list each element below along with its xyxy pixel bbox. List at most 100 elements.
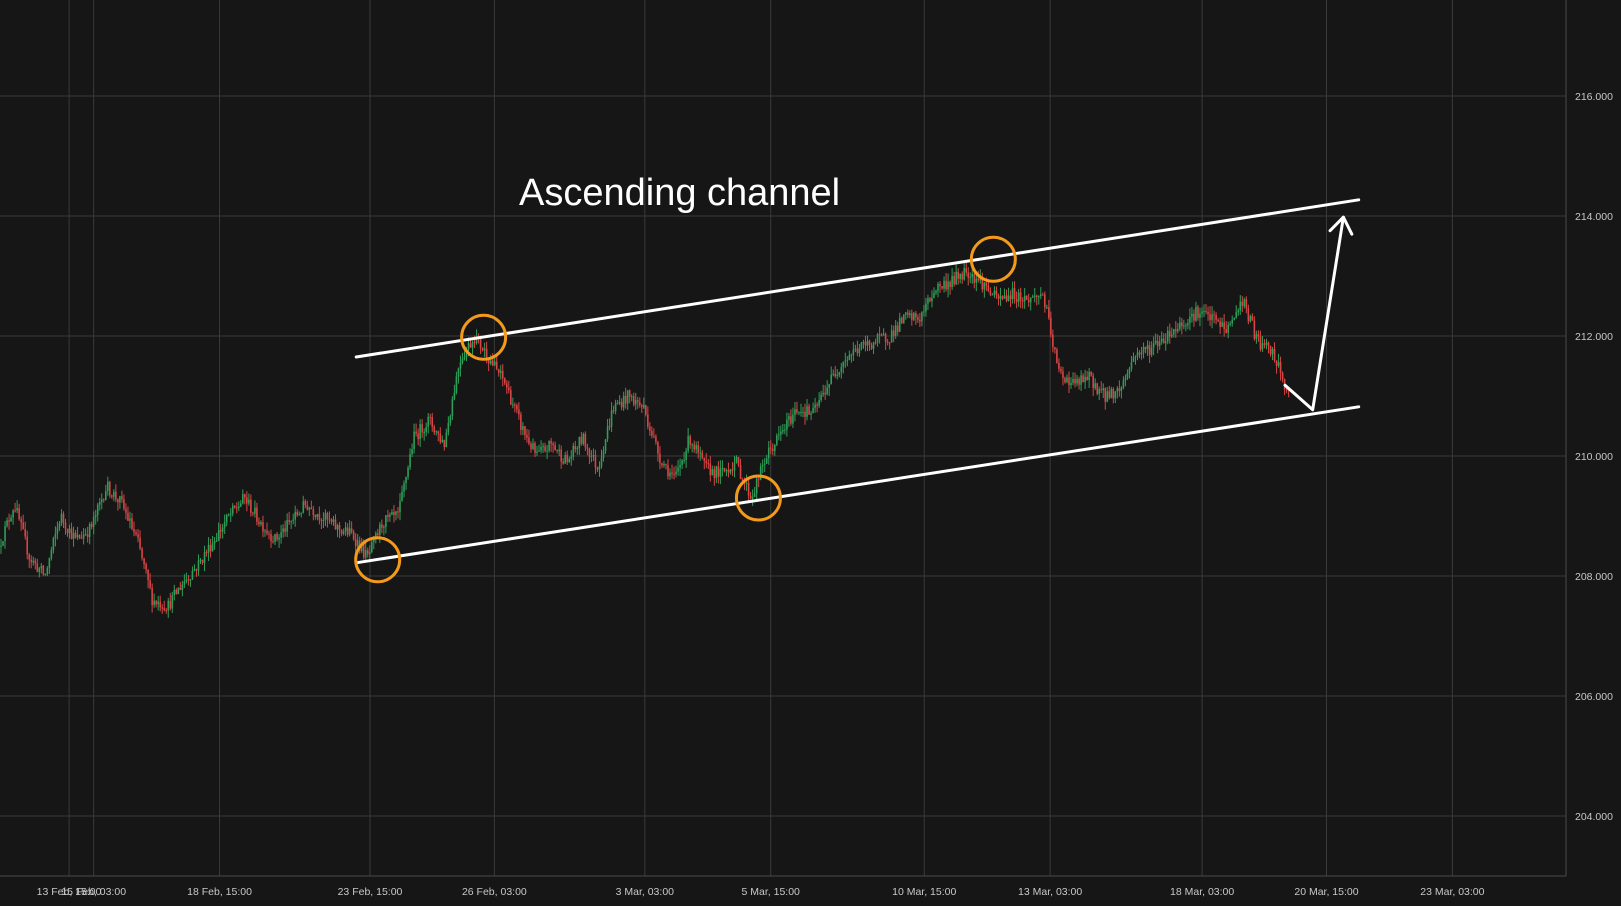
y-tick-label: 206.000 [1575, 691, 1613, 703]
candle-body [663, 464, 665, 466]
candle-body [961, 273, 963, 280]
candle-body [788, 416, 790, 420]
candle-body [834, 373, 837, 377]
x-tick-label: 5 Mar, 15:00 [742, 886, 801, 898]
candle-body [610, 410, 613, 427]
candle-body [1253, 320, 1256, 339]
candle-body [439, 433, 442, 442]
candle-body [870, 345, 873, 349]
candle-body [1025, 295, 1028, 300]
candle-body [560, 449, 562, 462]
candle-body [463, 357, 466, 360]
candle-body [1126, 373, 1129, 379]
candle-body [143, 558, 145, 564]
candle-body [393, 512, 395, 515]
candle-body [878, 334, 881, 336]
candle-body [324, 513, 327, 521]
candle-body [1096, 383, 1099, 394]
candle-body [185, 579, 188, 582]
candle-body [286, 520, 288, 532]
candle-body [96, 504, 99, 516]
candle-body [181, 584, 184, 590]
candle-body [794, 409, 796, 415]
candle-body [765, 458, 768, 464]
y-tick-label: 208.000 [1575, 571, 1613, 583]
candle-body [197, 560, 200, 571]
candle-body [713, 469, 716, 478]
chart-title: Ascending channel [519, 172, 840, 214]
candle-body [489, 360, 492, 364]
candle-body [362, 543, 365, 558]
candle-body [731, 469, 734, 471]
candle-body [306, 505, 309, 510]
candle-body [1189, 316, 1191, 324]
candle-body [955, 271, 957, 285]
candle-body [1152, 343, 1155, 348]
candle-body [256, 507, 258, 522]
candle-body [266, 530, 268, 534]
candle-body [282, 528, 284, 533]
candle-body [199, 559, 202, 561]
candle-body [590, 456, 593, 458]
candle-body [582, 433, 585, 444]
candle-body [10, 517, 12, 522]
candle-body [624, 395, 627, 404]
candle-body [830, 374, 833, 385]
candle-body [614, 403, 617, 412]
candle-body [66, 528, 69, 534]
candle-body [24, 529, 26, 537]
x-tick-label: 26 Feb, 03:00 [462, 886, 527, 898]
candle-body [429, 416, 432, 418]
candle-body [1052, 334, 1054, 348]
candle-body [1082, 375, 1084, 383]
candle-body [1060, 368, 1062, 372]
candle-body [846, 359, 849, 361]
candle-body [387, 515, 389, 517]
candle-body [1142, 346, 1145, 353]
candle-body [1039, 294, 1042, 297]
candle-body [457, 368, 460, 377]
candle-body [761, 464, 764, 467]
candle-body [638, 402, 641, 406]
candle-body [1249, 316, 1252, 322]
candle-body [467, 343, 470, 350]
candle-body [1003, 295, 1006, 299]
candle-body [1009, 295, 1012, 300]
candle-body [1158, 341, 1161, 347]
candle-body [1279, 362, 1282, 373]
candle-body [1243, 299, 1246, 307]
candle-body [929, 298, 931, 302]
candle-body [1100, 389, 1103, 391]
candle-body [304, 501, 307, 506]
candle-body [461, 359, 464, 363]
candle-body [471, 342, 474, 348]
candle-body [1021, 300, 1024, 302]
candle-body [1078, 378, 1080, 385]
candle-body [1162, 338, 1165, 344]
candle-body [784, 429, 786, 431]
candle-body [556, 450, 558, 452]
candle-body [1174, 329, 1177, 332]
candle-body [570, 456, 573, 459]
candle-body [1277, 362, 1280, 366]
candle-body [1235, 312, 1238, 318]
candle-body [620, 401, 623, 408]
candle-body [1084, 376, 1086, 383]
candle-body [1037, 296, 1040, 298]
candle-body [90, 524, 93, 527]
candle-body [153, 600, 155, 606]
candle-body [431, 417, 434, 427]
candle-body [288, 520, 290, 522]
candle-body [933, 293, 935, 298]
x-tick-label: 18 Mar, 03:00 [1170, 886, 1234, 898]
candle-body [119, 496, 121, 503]
candle-body [715, 466, 718, 478]
candle-body [171, 595, 174, 609]
candle-body [250, 499, 252, 513]
candle-body [709, 463, 712, 476]
candle-body [453, 392, 456, 400]
candle-body [850, 354, 853, 356]
candle-body [719, 468, 722, 477]
candle-body [28, 554, 31, 560]
candle-body [1205, 310, 1207, 313]
